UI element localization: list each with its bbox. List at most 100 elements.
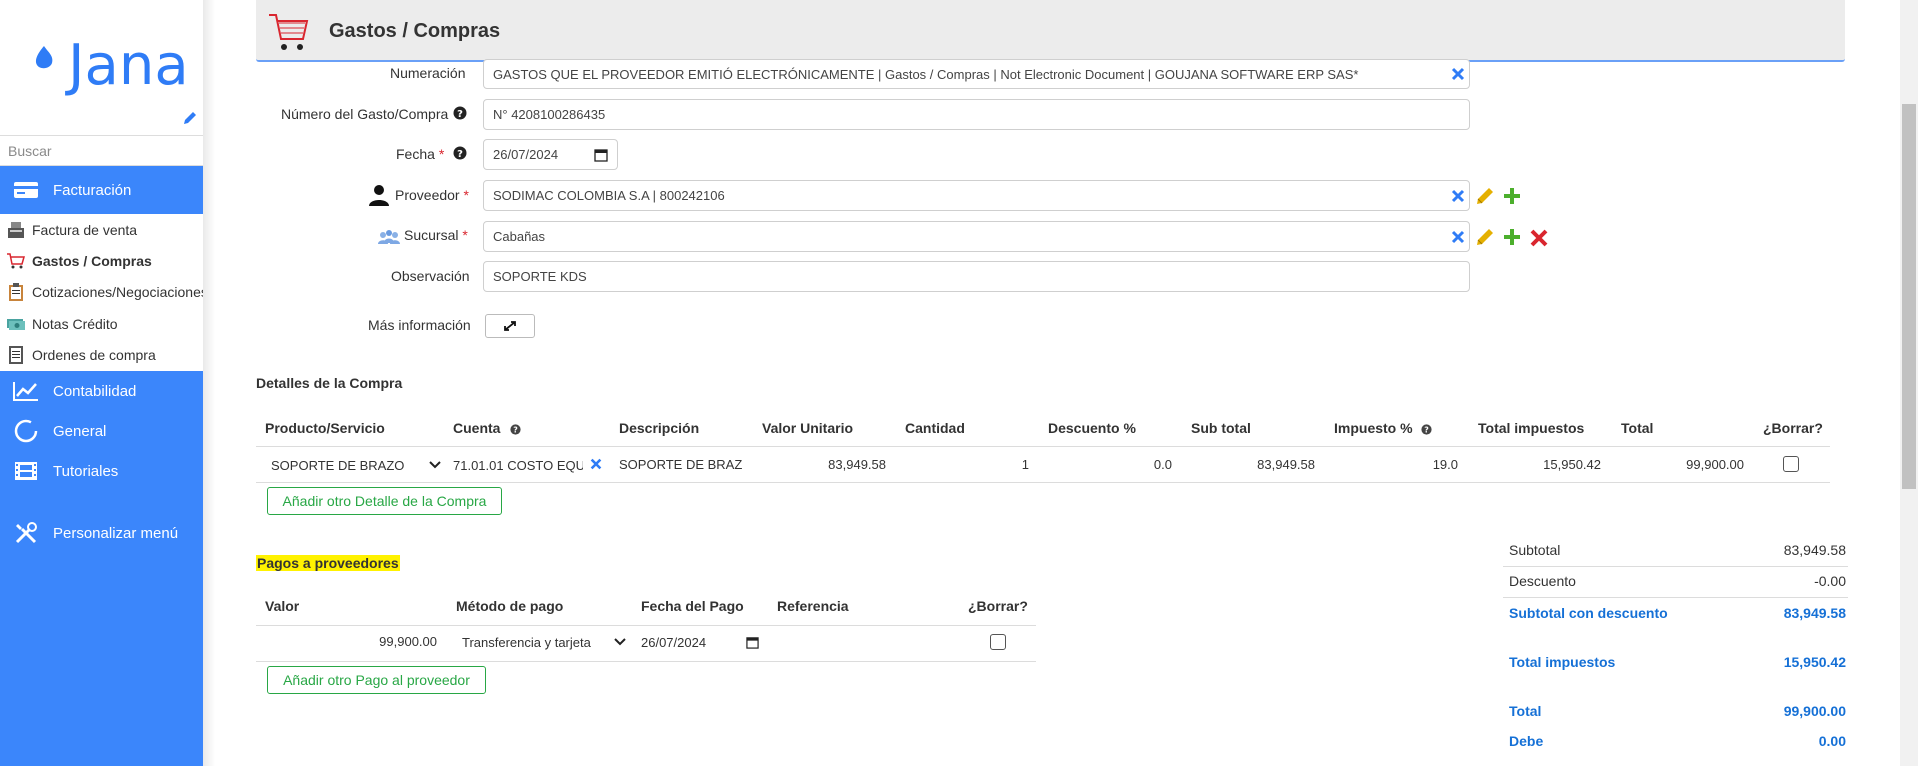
menu-general[interactable]: General (0, 411, 203, 451)
page-title: Gastos / Compras (329, 20, 501, 42)
sidebar-item-notas-credito[interactable]: Notas Crédito (0, 308, 203, 339)
add-plus-icon[interactable] (1502, 186, 1522, 206)
borrar-pago-checkbox[interactable] (990, 634, 1006, 650)
menu-tutoriales-label: Tutoriales (53, 462, 119, 480)
add-pago-button[interactable]: Añadir otro Pago al proveedor (267, 666, 486, 694)
menu-contabilidad-label: Contabilidad (53, 382, 137, 400)
sidebar-item-gastos-compras[interactable]: Gastos / Compras (0, 245, 203, 276)
menu-tutoriales[interactable]: Tutoriales (0, 451, 203, 491)
totals-descuento-value: -0.00 (1814, 573, 1846, 589)
menu-facturacion[interactable]: Facturación (0, 166, 203, 214)
numero-input[interactable]: N° 4208100286435 (483, 99, 1470, 130)
calendar-icon[interactable] (594, 148, 608, 162)
totals-descuento-label: Descuento (1509, 573, 1576, 589)
help-icon[interactable]: ? (1421, 424, 1432, 435)
edit-pencil-icon[interactable] (182, 110, 198, 126)
proveedor-label: Proveedor * (395, 187, 469, 203)
col-metodo: Método de pago (456, 598, 564, 614)
proveedor-select[interactable]: SODIMAC COLOMBIA S.A | 800242106 (483, 180, 1470, 211)
add-detalle-button[interactable]: Añadir otro Detalle de la Compra (267, 487, 502, 515)
credit-card-icon (10, 178, 42, 202)
totals-debe-value: 0.00 (1818, 733, 1846, 749)
totals-subtotal-label: Subtotal (1509, 542, 1561, 558)
menu-personalizar[interactable]: Personalizar menú (0, 513, 203, 553)
descripcion-value: SOPORTE DE BRAZ (619, 456, 743, 472)
valor-unitario-cell[interactable]: 83,949.58 (762, 457, 886, 472)
app-logo[interactable]: Jana (28, 36, 189, 96)
sidebar-item-ordenes-compra[interactable]: Ordenes de compra (0, 340, 203, 371)
sucursal-label: Sucursal * (404, 227, 468, 243)
sucursal-select[interactable]: Cabañas (483, 221, 1470, 252)
page-scrollbar[interactable] (1900, 0, 1918, 766)
fecha-pago-input[interactable]: 26/07/2024 (641, 628, 759, 656)
main-shadow (203, 0, 215, 766)
fecha-label-text: Fecha (396, 146, 435, 162)
observacion-label: Observación (391, 268, 470, 284)
observacion-input[interactable]: SOPORTE KDS (483, 261, 1470, 292)
edit-pencil-icon[interactable] (1475, 186, 1495, 206)
clipboard-icon (6, 282, 26, 302)
col-producto: Producto/Servicio (265, 420, 385, 436)
scrollbar-thumb[interactable] (1902, 104, 1916, 489)
menu-contabilidad[interactable]: Contabilidad (0, 371, 203, 411)
col-descuento: Descuento % (1048, 420, 1136, 436)
cuenta-select[interactable]: 71.01.01 COSTO EQUI (453, 451, 593, 479)
proveedor-label-text: Proveedor (395, 187, 460, 203)
clear-sucursal-icon[interactable] (1450, 229, 1466, 245)
borrar-detalle-checkbox[interactable] (1783, 456, 1799, 472)
sidebar-item-label: Ordenes de compra (32, 347, 156, 364)
col-total: Total (1621, 420, 1654, 436)
total-impuestos-cell: 15,950.42 (1543, 457, 1601, 472)
help-icon[interactable]: ? (453, 106, 467, 120)
facturacion-submenu: Factura de venta Gastos / Compras Cotiza… (0, 214, 203, 371)
pago-valor-cell[interactable]: 99,900.00 (265, 634, 437, 649)
delete-x-icon[interactable] (1529, 228, 1549, 248)
required-mark: * (438, 146, 445, 162)
sidebar-item-cotizaciones[interactable]: Cotizaciones/Negociaciones (0, 277, 203, 308)
totals-impuestos-value: 15,950.42 (1783, 654, 1846, 670)
expand-button[interactable] (485, 314, 535, 338)
observacion-value: SOPORTE KDS (493, 269, 587, 284)
numero-label: Número del Gasto/Compra (281, 106, 449, 122)
shopping-cart-icon (269, 14, 309, 50)
clear-proveedor-icon[interactable] (1450, 188, 1466, 204)
impuesto-cell[interactable]: 19.0 (1334, 457, 1458, 472)
clear-numeracion-icon[interactable] (1450, 66, 1466, 82)
table-divider (256, 661, 1036, 662)
clear-cuenta-icon[interactable] (589, 457, 603, 471)
user-icon (369, 185, 389, 206)
descripcion-input[interactable]: SOPORTE DE BRAZ (619, 450, 744, 478)
numero-value: N° 4208100286435 (493, 107, 606, 122)
sidebar-item-label: Notas Crédito (32, 315, 118, 332)
tools-icon (10, 521, 42, 545)
cantidad-cell[interactable]: 1 (905, 457, 1029, 472)
totals-divider (1503, 597, 1848, 598)
search-input[interactable] (0, 135, 203, 166)
logo-text: Jana (68, 33, 189, 98)
totals-impuestos-label: Total impuestos (1509, 654, 1616, 670)
circle-icon (10, 419, 42, 443)
sidebar-item-factura-venta[interactable]: Factura de venta (0, 214, 203, 245)
totals-debe-label: Debe (1509, 733, 1544, 749)
descuento-cell[interactable]: 0.0 (1048, 457, 1172, 472)
sidebar-item-label: Gastos / Compras (32, 253, 152, 270)
fecha-pago-value: 26/07/2024 (641, 634, 707, 650)
fecha-input[interactable]: 26/07/2024 (483, 139, 618, 170)
logo-drop-icon (35, 46, 53, 69)
menu-general-label: General (53, 422, 107, 440)
table-divider (256, 482, 1830, 483)
totals-total-label: Total (1509, 703, 1542, 719)
required-mark: * (463, 187, 469, 203)
totals-subtotal-desc-label: Subtotal con descuento (1509, 605, 1668, 621)
svg-text:?: ? (513, 426, 518, 435)
svg-text:?: ? (1424, 426, 1429, 435)
help-icon[interactable]: ? (510, 424, 521, 435)
metodo-pago-select[interactable]: Transferencia y tarjeta (456, 628, 628, 656)
edit-pencil-icon[interactable] (1475, 227, 1495, 247)
totals-total-value: 99,900.00 (1783, 703, 1846, 719)
help-icon[interactable]: ? (453, 146, 467, 160)
producto-select[interactable]: SOPORTE DE BRAZO (265, 451, 445, 479)
add-plus-icon[interactable] (1502, 227, 1522, 247)
numeracion-select[interactable]: GASTOS QUE EL PROVEEDOR EMITIÓ ELECTRÓNI… (483, 59, 1470, 89)
calendar-icon[interactable] (746, 636, 759, 649)
